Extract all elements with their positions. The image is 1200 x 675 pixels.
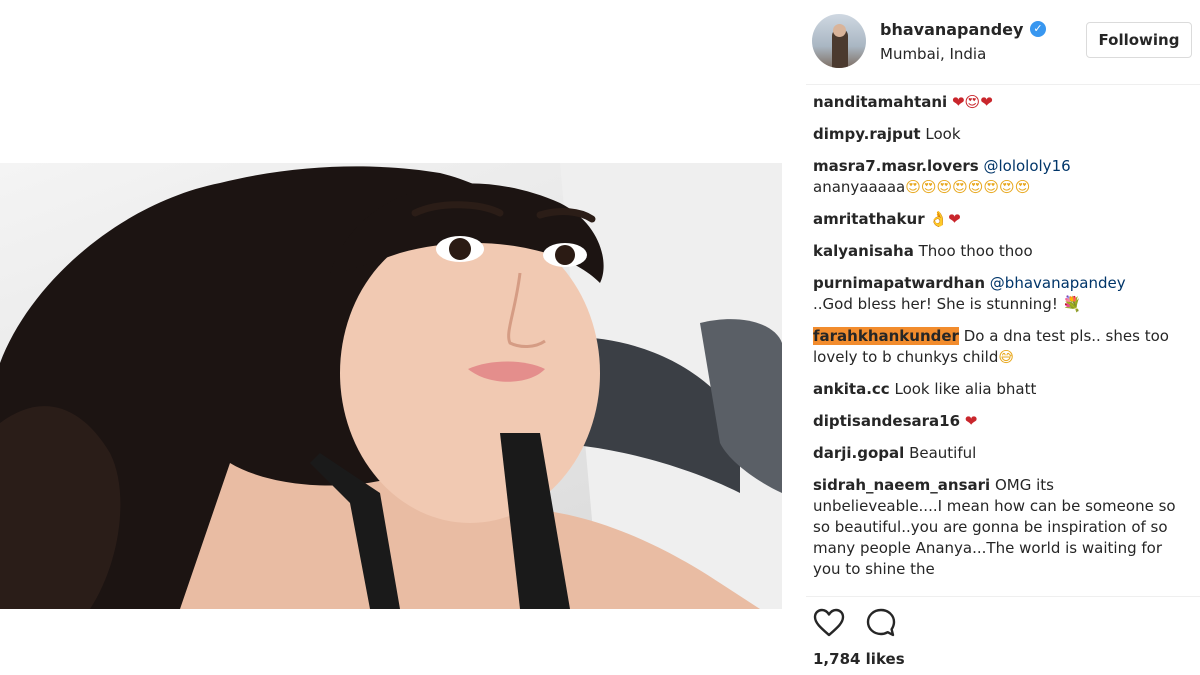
comment-author[interactable]: kalyanisaha [813,242,914,260]
heart-icon[interactable] [812,606,846,640]
comment-item: diptisandesara16 ❤ [813,411,1185,432]
comment-item: darji.gopal Beautiful [813,443,1185,464]
comment-item: sidrah_naeem_ansari OMG its unbelieveabl… [813,475,1185,580]
comment-item: amritathakur 👌❤ [813,209,1185,230]
comment-text: Look like alia bhatt [894,380,1037,398]
post-location[interactable]: Mumbai, India [880,45,986,63]
comment-text: Thoo thoo thoo [918,242,1033,260]
comment-author[interactable]: amritathakur [813,210,925,228]
avatar[interactable] [812,14,866,68]
following-button[interactable]: Following [1086,22,1192,58]
comment-text: Look [925,125,961,143]
comment-mention[interactable]: @bhavanapandey [990,274,1126,292]
comment-author[interactable]: dimpy.rajput [813,125,921,143]
comment-emoji: ❤😍❤ [951,93,993,111]
header-divider [806,84,1200,85]
comment-emoji: ❤ [964,412,978,430]
avatar-head [833,24,846,37]
comment-item: purnimapatwardhan @bhavanapandey ..God b… [813,273,1185,315]
comment-item: dimpy.rajput Look [813,124,1185,145]
post-header: bhavanapandey ✓ Mumbai, India Following [812,14,1194,70]
comment-author[interactable]: sidrah_naeem_ansari [813,476,990,494]
comment-text: ..God bless her! She is stunning! [813,295,1058,313]
comment-author[interactable]: ankita.cc [813,380,890,398]
comment-mention[interactable]: @lolololy16 [983,157,1070,175]
comment-author[interactable]: purnimapatwardhan [813,274,985,292]
verified-badge-icon: ✓ [1030,21,1046,37]
comment-author[interactable]: darji.gopal [813,444,904,462]
comment-text: Beautiful [909,444,977,462]
comment-item: masra7.masr.lovers @lolololy16 ananyaaaa… [813,156,1185,198]
comment-emoji: 👌❤ [929,210,961,228]
actions-divider [806,596,1200,597]
comment-author[interactable]: masra7.masr.lovers [813,157,979,175]
post-username[interactable]: bhavanapandey [880,20,1023,39]
comment-item: ankita.cc Look like alia bhatt [813,379,1185,400]
post-photo-illustration [0,163,782,609]
comment-emoji: 💐 [1062,295,1082,313]
comment-bubble-icon[interactable] [864,606,898,640]
comment-emoji: 😍😍😍😍😍😍😍😍 [905,178,1031,196]
post-photo[interactable] [0,163,782,609]
likes-count[interactable]: 1,784 likes [813,650,905,668]
comment-author[interactable]: diptisandesara16 [813,412,960,430]
comment-text: ananyaaaaa [813,178,906,196]
comment-author-highlighted[interactable]: farahkhankunder [813,327,959,345]
comments-list[interactable]: nanditamahtani ❤😍❤ dimpy.rajput Look mas… [813,92,1185,591]
post-actions [812,606,932,640]
comment-item: kalyanisaha Thoo thoo thoo [813,241,1185,262]
comment-item: nanditamahtani ❤😍❤ [813,92,1185,113]
comment-item: farahkhankunder Do a dna test pls.. shes… [813,326,1185,368]
comment-emoji: 😅 [998,348,1015,366]
comment-author[interactable]: nanditamahtani [813,93,947,111]
